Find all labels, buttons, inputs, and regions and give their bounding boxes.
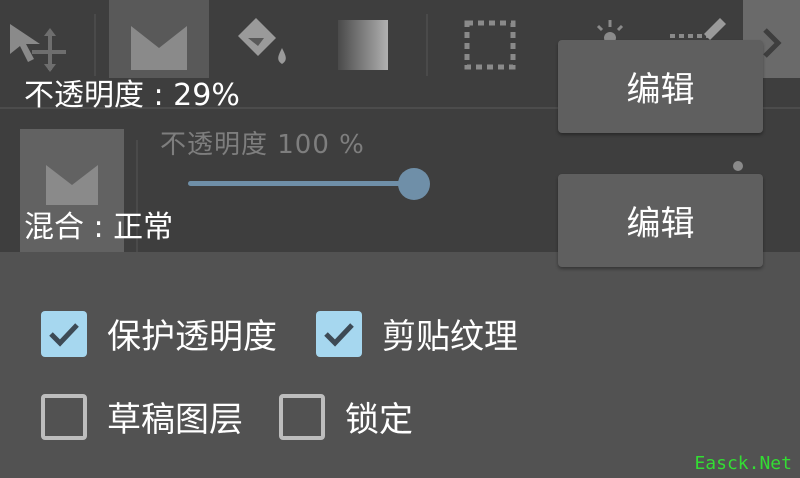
lock-checkbox[interactable] bbox=[279, 393, 325, 440]
tool-move[interactable] bbox=[0, 0, 92, 78]
gradient-icon bbox=[338, 20, 388, 70]
checkmark-icon bbox=[324, 322, 354, 347]
tool-paint-bucket[interactable] bbox=[220, 0, 300, 78]
tool-layer-mask[interactable] bbox=[109, 0, 209, 78]
blend-mode-label: 混合 : 正常 bbox=[24, 210, 174, 245]
edit-blend-button[interactable]: 编辑 bbox=[558, 174, 763, 267]
move-tool-icon bbox=[10, 24, 66, 72]
tool-gradient[interactable] bbox=[330, 0, 400, 78]
option-lock[interactable]: 锁定 bbox=[279, 392, 413, 441]
draft-layer-checkbox[interactable] bbox=[41, 393, 87, 440]
layer-opacity-text: 不透明度 100 % bbox=[160, 130, 365, 160]
draft-layer-label: 草稿图层 bbox=[107, 400, 243, 440]
checkmark-icon bbox=[49, 322, 79, 347]
layer-mask-icon bbox=[46, 165, 98, 205]
protect-transparency-checkbox[interactable] bbox=[41, 310, 87, 357]
edit-opacity-button[interactable]: 编辑 bbox=[558, 40, 763, 133]
paint-bucket-icon bbox=[238, 18, 286, 64]
clipping-checkbox[interactable] bbox=[316, 310, 362, 357]
marquee-select-icon bbox=[464, 20, 516, 70]
option-draft-layer[interactable]: 草稿图层 bbox=[41, 392, 243, 441]
toolbar-divider bbox=[94, 14, 96, 76]
option-protect-transparency[interactable]: 保护透明度 bbox=[41, 309, 277, 358]
watermark: Easck.Net bbox=[694, 453, 792, 474]
clipping-label: 剪贴纹理 bbox=[382, 317, 518, 357]
opacity-slider-track[interactable] bbox=[188, 181, 413, 186]
opacity-slider-thumb[interactable] bbox=[398, 168, 430, 200]
option-clipping[interactable]: 剪贴纹理 bbox=[316, 309, 518, 358]
indicator-dot bbox=[733, 161, 743, 171]
toolbar-divider bbox=[426, 14, 428, 76]
lock-label: 锁定 bbox=[345, 400, 413, 440]
tool-marquee[interactable] bbox=[450, 0, 530, 78]
brightness-icon bbox=[596, 20, 624, 42]
opacity-label: 不透明度 : 29% bbox=[24, 78, 240, 113]
chevron-right-icon bbox=[763, 28, 782, 58]
layer-mask-icon bbox=[131, 26, 187, 70]
protect-transparency-label: 保护透明度 bbox=[107, 317, 277, 357]
